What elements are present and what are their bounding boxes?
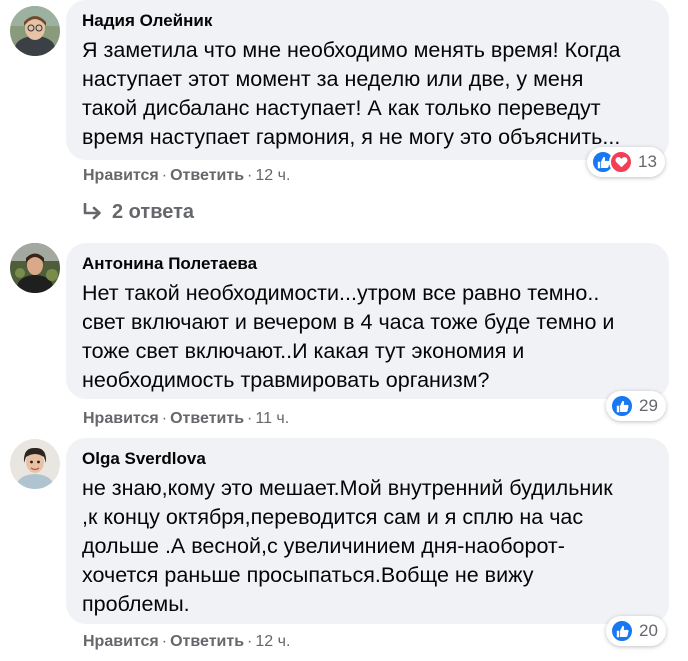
avatar[interactable]	[10, 439, 60, 489]
comment-time[interactable]: 12 ч.	[255, 633, 290, 650]
comment-actions: Нравится · Ответить · 12 ч.	[83, 633, 291, 650]
love-icon	[609, 150, 633, 174]
reaction-summary[interactable]: 13	[587, 147, 665, 177]
like-button[interactable]: Нравится	[83, 410, 159, 427]
comment-text: Нет такой необходимости...утром все равн…	[82, 281, 615, 392]
comment-bubble: Olga Sverdlova не знаю,кому это мешает.М…	[66, 438, 669, 624]
comment-time[interactable]: 11 ч.	[255, 410, 289, 427]
comment-author[interactable]: Антонина Полетаева	[82, 253, 653, 275]
comment-bubble: Надия Олейник Я заметила что мне необход…	[66, 0, 669, 160]
reply-arrow-icon	[83, 203, 101, 220]
comment-author[interactable]: Надия Олейник	[82, 10, 653, 32]
reaction-summary[interactable]: 29	[606, 391, 666, 421]
reaction-summary[interactable]: 20	[606, 616, 666, 646]
avatar[interactable]	[10, 243, 60, 293]
reply-button[interactable]: Ответить	[170, 167, 244, 184]
reaction-count: 13	[638, 152, 657, 171]
comment-actions: Нравится · Ответить · 11 ч.	[83, 410, 290, 427]
like-button[interactable]: Нравится	[83, 633, 159, 650]
comment-author[interactable]: Olga Sverdlova	[82, 448, 653, 470]
comment-text: Я заметила что мне необходимо менять вре…	[82, 38, 621, 149]
like-button[interactable]: Нравится	[83, 167, 159, 184]
reaction-count: 20	[639, 621, 658, 640]
like-icon	[610, 394, 634, 418]
reaction-count: 29	[639, 396, 658, 415]
like-icon	[610, 619, 634, 643]
replies-count-label[interactable]: 2 ответа	[112, 201, 194, 224]
comment-time[interactable]: 12 ч.	[255, 167, 290, 184]
reply-button[interactable]: Ответить	[170, 633, 244, 650]
comment-text: не знаю,кому это мешает.Мой внутренний б…	[82, 476, 613, 616]
comment-bubble: Антонина Полетаева Нет такой необходимос…	[66, 243, 669, 399]
avatar[interactable]	[10, 6, 60, 56]
view-replies-link[interactable]: 2 ответа	[82, 198, 194, 226]
comment-actions: Нравится · Ответить · 12 ч.	[83, 167, 291, 184]
reply-button[interactable]: Ответить	[170, 410, 244, 427]
